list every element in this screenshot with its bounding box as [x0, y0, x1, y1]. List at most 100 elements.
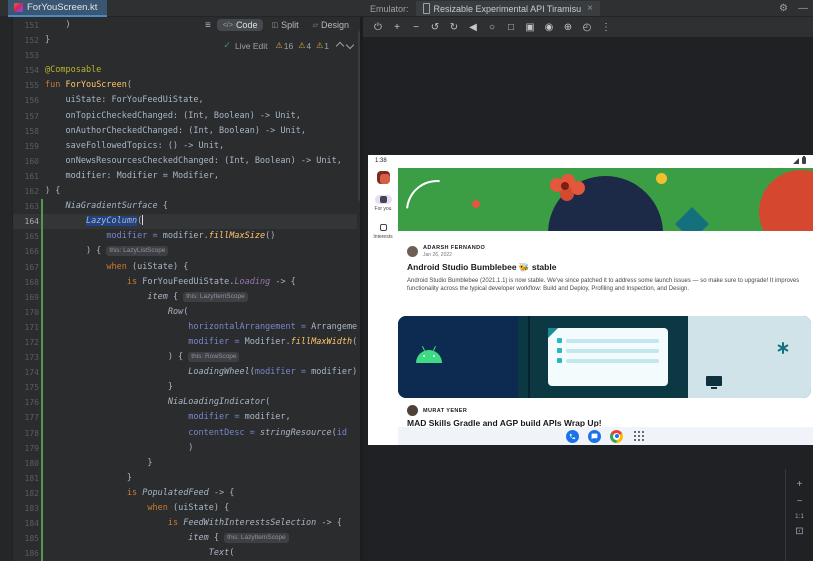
- article-title[interactable]: Android Studio Bumblebee 🐝 stable: [407, 262, 803, 273]
- line-number[interactable]: 156: [13, 93, 39, 108]
- code-line[interactable]: 178 contentDesc = stringResource(id: [13, 426, 357, 441]
- next-warning-chevron[interactable]: [346, 40, 354, 48]
- phone-app-icon[interactable]: [566, 430, 579, 443]
- line-number[interactable]: 168: [13, 275, 39, 290]
- code-line[interactable]: 172 modifier = Modifier.fillMaxWidth(),: [13, 335, 357, 350]
- rotate-right-icon[interactable]: ↻: [448, 22, 460, 33]
- line-number[interactable]: 174: [13, 365, 39, 380]
- view-tab-split[interactable]: ◫Split: [265, 19, 304, 31]
- line-number[interactable]: 181: [13, 471, 39, 486]
- chrome-app-icon[interactable]: [610, 430, 623, 443]
- zoom-reset-icon[interactable]: 1:1: [795, 513, 804, 520]
- code-line[interactable]: 160 onNewsResourcesCheckedChanged: (Int,…: [13, 154, 357, 169]
- menu-icon[interactable]: ≡: [205, 20, 211, 31]
- volume-down-icon[interactable]: −: [410, 22, 422, 33]
- inspection-badge[interactable]: ⚠4: [298, 41, 311, 51]
- code-area[interactable]: 151 )152}153154@Composable155fun ForYouS…: [13, 18, 357, 561]
- code-line[interactable]: 181 }: [13, 471, 357, 486]
- home-icon[interactable]: ○: [486, 22, 498, 33]
- code-line[interactable]: 163 NiaGradientSurface {: [13, 199, 357, 214]
- emulator-screen[interactable]: 1:38 For youInterests: [368, 155, 813, 445]
- line-number[interactable]: 184: [13, 516, 39, 531]
- line-number[interactable]: 161: [13, 169, 39, 184]
- code-line[interactable]: 161 modifier: Modifier = Modifier,: [13, 169, 357, 184]
- line-number[interactable]: 155: [13, 78, 39, 93]
- code-line[interactable]: 168 is ForYouFeedUiState.Loading -> {: [13, 275, 357, 290]
- code-line[interactable]: 158 onAuthorCheckedChanged: (Int, Boolea…: [13, 124, 357, 139]
- line-number[interactable]: 160: [13, 154, 39, 169]
- line-number[interactable]: 151: [13, 18, 39, 33]
- code-line[interactable]: 157 onTopicCheckedChanged: (Int, Boolean…: [13, 109, 357, 124]
- line-number[interactable]: 180: [13, 456, 39, 471]
- app-drawer-icon[interactable]: [632, 430, 645, 443]
- line-number[interactable]: 175: [13, 380, 39, 395]
- line-number[interactable]: 154: [13, 63, 39, 78]
- code-line[interactable]: 166 ) { this: LazyListScope: [13, 244, 357, 259]
- close-icon[interactable]: ×: [587, 3, 593, 14]
- line-number[interactable]: 182: [13, 486, 39, 501]
- line-number[interactable]: 177: [13, 410, 39, 425]
- screenshot-icon[interactable]: ▣: [524, 22, 536, 33]
- nav-item-for-you[interactable]: For you: [373, 195, 392, 212]
- view-tab-design[interactable]: ▱Design: [307, 19, 355, 31]
- line-number[interactable]: 170: [13, 305, 39, 320]
- view-tab-code[interactable]: </>Code: [217, 19, 264, 31]
- code-line[interactable]: 165 modifier = modifier.fillMaxSize(): [13, 229, 357, 244]
- code-line[interactable]: 171 horizontalArrangement = Arrangement.…: [13, 320, 357, 335]
- code-line[interactable]: 156 uiState: ForYouFeedUiState,: [13, 93, 357, 108]
- code-line[interactable]: 162) {: [13, 184, 357, 199]
- code-line[interactable]: 177 modifier = modifier,: [13, 410, 357, 425]
- line-number[interactable]: 169: [13, 290, 39, 305]
- code-line[interactable]: 170 Row(: [13, 305, 357, 320]
- line-number[interactable]: 178: [13, 426, 39, 441]
- line-number[interactable]: 153: [13, 48, 39, 63]
- more-icon[interactable]: ⋮: [600, 22, 612, 33]
- article-card-illustration[interactable]: [398, 316, 811, 398]
- line-number[interactable]: 167: [13, 260, 39, 275]
- inspection-badge[interactable]: ⚠16: [276, 41, 294, 51]
- line-number[interactable]: 173: [13, 350, 39, 365]
- code-line[interactable]: 174 LoadingWheel(modifier = modifier): [13, 365, 357, 380]
- code-line[interactable]: 180 }: [13, 456, 357, 471]
- code-line[interactable]: 159 saveFollowedTopics: () -> Unit,: [13, 139, 357, 154]
- zoom-mode-icon[interactable]: ⊕: [562, 22, 574, 33]
- line-number[interactable]: 186: [13, 546, 39, 561]
- code-line[interactable]: 164 LazyColumn(: [13, 214, 357, 229]
- line-number[interactable]: 163: [13, 199, 39, 214]
- line-number[interactable]: 179: [13, 441, 39, 456]
- zoom-fit-icon[interactable]: ⊡: [795, 526, 803, 537]
- line-number[interactable]: 152: [13, 33, 39, 48]
- hide-icon[interactable]: —: [798, 3, 808, 14]
- code-line[interactable]: 155fun ForYouScreen(: [13, 78, 357, 93]
- code-line[interactable]: 173 ) { this: RowScope: [13, 350, 357, 365]
- line-number[interactable]: 166: [13, 244, 39, 259]
- code-line[interactable]: 154@Composable: [13, 63, 357, 78]
- zoom-in-icon[interactable]: +: [797, 479, 803, 490]
- prev-warning-chevron[interactable]: [336, 41, 344, 49]
- volume-up-icon[interactable]: +: [391, 22, 403, 33]
- settings-icon[interactable]: ⚙: [779, 3, 788, 14]
- editor-tab-foryouscreen[interactable]: ForYouScreen.kt: [8, 0, 107, 17]
- now-in-android-logo[interactable]: [377, 171, 390, 184]
- nav-item-interests[interactable]: Interests: [373, 223, 392, 240]
- code-line[interactable]: 175 }: [13, 380, 357, 395]
- line-number[interactable]: 176: [13, 395, 39, 410]
- emulator-device-tab[interactable]: Resizable Experimental API Tiramisu ×: [416, 1, 600, 16]
- live-edit-label[interactable]: Live Edit: [235, 41, 268, 51]
- code-line[interactable]: 176 NiaLoadingIndicator(: [13, 395, 357, 410]
- line-number[interactable]: 158: [13, 124, 39, 139]
- snapshots-icon[interactable]: ◴: [581, 22, 593, 33]
- line-number[interactable]: 162: [13, 184, 39, 199]
- inspection-badge[interactable]: ⚠1: [316, 41, 329, 51]
- line-number[interactable]: 171: [13, 320, 39, 335]
- code-line[interactable]: 179 ): [13, 441, 357, 456]
- line-number[interactable]: 164: [13, 214, 39, 229]
- code-line[interactable]: 186 Text(: [13, 546, 357, 561]
- record-icon[interactable]: ◉: [543, 22, 555, 33]
- line-number[interactable]: 183: [13, 501, 39, 516]
- overview-icon[interactable]: □: [505, 22, 517, 33]
- messages-app-icon[interactable]: [588, 430, 601, 443]
- power-icon[interactable]: ⏻: [372, 22, 384, 33]
- line-number[interactable]: 165: [13, 229, 39, 244]
- line-number[interactable]: 172: [13, 335, 39, 350]
